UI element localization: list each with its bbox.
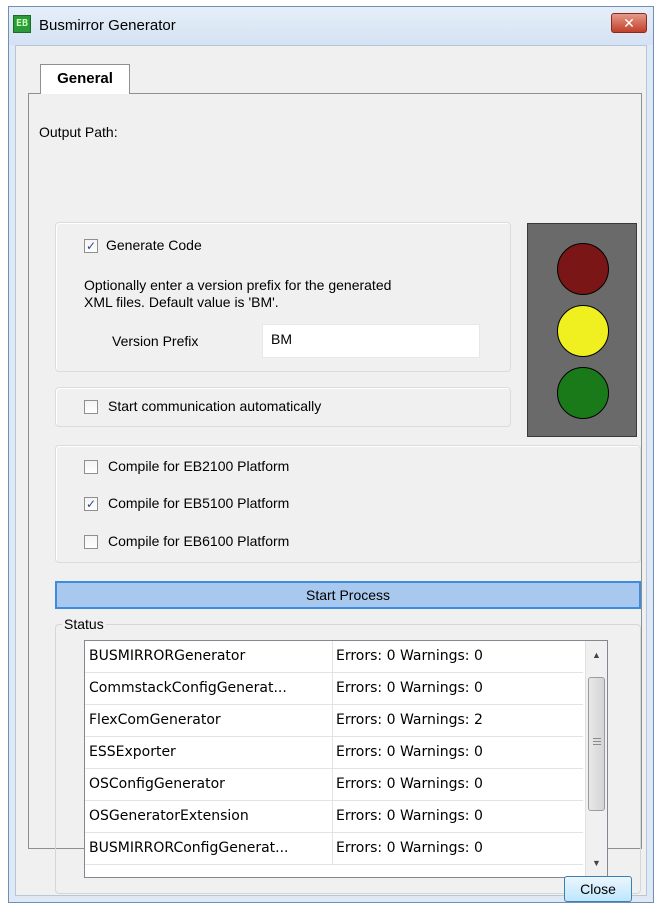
traffic-light-indicator (527, 223, 637, 437)
column-divider (332, 737, 333, 768)
eb6100-label: Compile for EB6100 Platform (108, 533, 290, 549)
scroll-down-icon[interactable]: ▼ (586, 853, 607, 873)
status-result: Errors: 0 Warnings: 0 (336, 776, 483, 792)
status-list[interactable]: BUSMIRRORGenerator Errors: 0 Warnings: 0… (84, 640, 608, 878)
status-result: Errors: 0 Warnings: 0 (336, 840, 483, 856)
window-title: Busmirror Generator (39, 17, 176, 34)
tab-page-general: Output Path: ✓ Generate Code Optionally … (28, 93, 642, 894)
eb2100-label: Compile for EB2100 Platform (108, 458, 290, 474)
status-result: Errors: 0 Warnings: 0 (336, 648, 483, 664)
generate-code-label: Generate Code (106, 237, 202, 253)
table-row[interactable]: OSConfigGenerator Errors: 0 Warnings: 0 (85, 769, 583, 801)
table-row[interactable]: OSGeneratorExtension Errors: 0 Warnings:… (85, 801, 583, 833)
grip-icon (593, 738, 601, 739)
status-generator-name: BUSMIRRORGenerator (89, 648, 246, 664)
generate-code-group: ✓ Generate Code Optionally enter a versi… (55, 222, 511, 372)
column-divider (332, 641, 333, 672)
start-communication-group: Start communication automatically (55, 387, 511, 427)
version-prefix-input[interactable]: BM (262, 324, 480, 358)
grip-icon (593, 741, 601, 742)
output-path-label: Output Path: (39, 124, 118, 140)
version-prefix-label: Version Prefix (112, 333, 199, 349)
close-button[interactable]: Close (564, 876, 632, 902)
status-legend: Status (62, 616, 106, 632)
green-light-icon (557, 367, 609, 419)
table-row[interactable]: BUSMIRRORConfigGenerat... Errors: 0 Warn… (85, 833, 583, 865)
status-result: Errors: 0 Warnings: 2 (336, 712, 483, 728)
title-bar: EB Busmirror Generator ✕ (9, 7, 653, 45)
platform-group: Compile for EB2100 Platform ✓ Compile fo… (55, 445, 641, 563)
scroll-up-icon[interactable]: ▲ (586, 645, 607, 665)
status-result: Errors: 0 Warnings: 0 (336, 680, 483, 696)
version-hint-line1: Optionally enter a version prefix for th… (84, 277, 392, 293)
status-result: Errors: 0 Warnings: 0 (336, 744, 483, 760)
generate-code-checkbox[interactable]: ✓ (84, 239, 98, 253)
status-generator-name: OSConfigGenerator (89, 776, 225, 792)
status-generator-name: OSGeneratorExtension (89, 808, 249, 824)
red-light-icon (557, 243, 609, 295)
version-hint-line2: XML files. Default value is 'BM'. (84, 294, 279, 310)
yellow-light-icon (557, 305, 609, 357)
status-scrollbar[interactable]: ▲ ▼ (585, 641, 607, 877)
eb5100-checkbox[interactable]: ✓ (84, 497, 98, 511)
eb2100-checkbox[interactable] (84, 460, 98, 474)
tab-general[interactable]: General (40, 64, 130, 94)
table-row[interactable]: FlexComGenerator Errors: 0 Warnings: 2 (85, 705, 583, 737)
column-divider (332, 833, 333, 864)
window-close-button[interactable]: ✕ (611, 13, 647, 33)
table-row[interactable]: BUSMIRRORGenerator Errors: 0 Warnings: 0 (85, 641, 583, 673)
column-divider (332, 673, 333, 704)
table-row[interactable]: CommstackConfigGenerat... Errors: 0 Warn… (85, 673, 583, 705)
column-divider (332, 801, 333, 832)
status-result: Errors: 0 Warnings: 0 (336, 808, 483, 824)
status-generator-name: FlexComGenerator (89, 712, 221, 728)
grip-icon (593, 744, 601, 745)
status-generator-name: BUSMIRRORConfigGenerat... (89, 840, 289, 856)
status-generator-name: CommstackConfigGenerat... (89, 680, 287, 696)
dialog-window: EB Busmirror Generator ✕ General Output … (8, 6, 654, 903)
eb6100-checkbox[interactable] (84, 535, 98, 549)
status-group: Status BUSMIRRORGenerator Errors: 0 Warn… (55, 616, 641, 894)
column-divider (332, 769, 333, 800)
start-process-button[interactable]: Start Process (55, 581, 641, 609)
start-communication-checkbox[interactable] (84, 400, 98, 414)
dialog-client: General Output Path: ✓ Generate Code Opt… (15, 45, 647, 902)
app-icon: EB (13, 15, 31, 33)
status-generator-name: ESSExporter (89, 744, 176, 760)
table-row[interactable]: ESSExporter Errors: 0 Warnings: 0 (85, 737, 583, 769)
column-divider (332, 705, 333, 736)
scroll-thumb[interactable] (588, 677, 605, 811)
eb5100-label: Compile for EB5100 Platform (108, 495, 290, 511)
start-communication-label: Start communication automatically (108, 398, 322, 414)
